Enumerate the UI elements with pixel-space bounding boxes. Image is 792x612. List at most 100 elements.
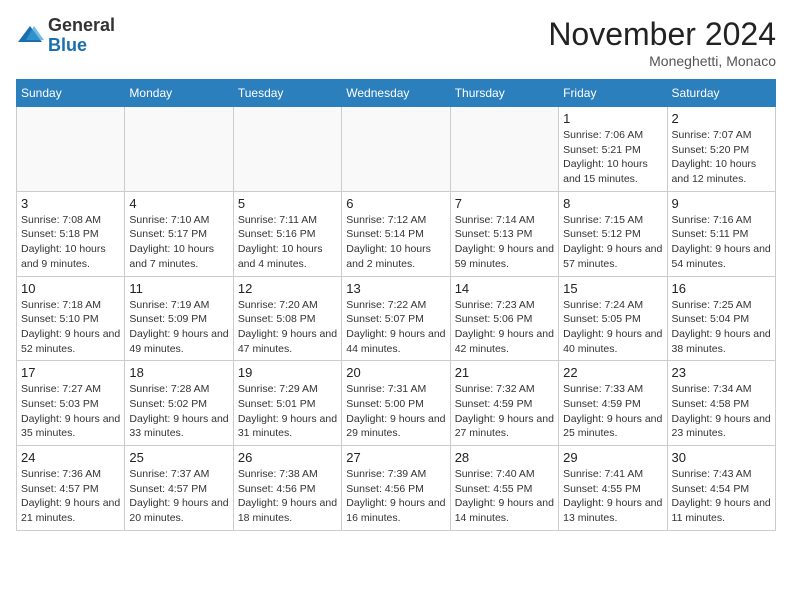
day-number: 15 (563, 281, 662, 296)
table-row: 15 Sunrise: 7:24 AM Sunset: 5:05 PM Dayli… (559, 276, 667, 361)
day-info: Sunrise: 7:07 AM Sunset: 5:20 PM Dayligh… (672, 128, 771, 187)
logo: General Blue (16, 16, 115, 56)
table-row: 18Sunrise: 7:28 AM Sunset: 5:02 PM Dayli… (125, 361, 233, 446)
day-number: 16 (672, 281, 771, 296)
day-info: Sunrise: 7:31 AM Sunset: 5:00 PM Dayligh… (346, 382, 445, 441)
day-number: 25 (129, 450, 228, 465)
table-row: 9Sunrise: 7:16 AM Sunset: 5:11 PM Daylig… (667, 191, 775, 276)
table-row: 26 Sunrise: 7:38 AM Sunset: 4:56 PM Dayli… (233, 446, 341, 531)
day-info: Sunrise: 7:14 AM Sunset: 5:13 PM Dayligh… (455, 213, 554, 272)
table-row: 19Sunrise: 7:29 AM Sunset: 5:01 PM Dayli… (233, 361, 341, 446)
table-row (450, 107, 558, 192)
title-block: November 2024 Moneghetti, Monaco (548, 16, 776, 69)
table-row: 3 Sunrise: 7:08 AM Sunset: 5:18 PM Daylig… (17, 191, 125, 276)
day-info: Sunrise: 7:19 AM Sunset: 5:09 PM Dayligh… (129, 298, 228, 357)
day-info: Sunrise: 7:38 AM Sunset: 4:56 PM Dayligh… (238, 467, 337, 526)
table-row: 30 Sunrise: 7:43 AM Sunset: 4:54 PM Dayli… (667, 446, 775, 531)
day-number: 27 (346, 450, 445, 465)
day-info: Sunrise: 7:43 AM Sunset: 4:54 PM Dayligh… (672, 467, 771, 526)
day-number: 30 (672, 450, 771, 465)
day-number: 22 (563, 365, 662, 380)
page-header: General Blue November 2024 Moneghetti, M… (16, 16, 776, 69)
day-info: Sunrise: 7:37 AM Sunset: 4:57 PM Dayligh… (129, 467, 228, 526)
calendar-week-row: 10 Sunrise: 7:18 AM Sunset: 5:10 PM Dayli… (17, 276, 776, 361)
table-row: 27Sunrise: 7:39 AM Sunset: 4:56 PM Dayli… (342, 446, 450, 531)
table-row: 10 Sunrise: 7:18 AM Sunset: 5:10 PM Dayli… (17, 276, 125, 361)
table-row: 14 Sunrise: 7:23 AM Sunset: 5:06 PM Dayli… (450, 276, 558, 361)
day-number: 8 (563, 196, 662, 211)
table-row: 2Sunrise: 7:07 AM Sunset: 5:20 PM Daylig… (667, 107, 775, 192)
table-row: 17 Sunrise: 7:27 AM Sunset: 5:03 PM Dayli… (17, 361, 125, 446)
header-friday: Friday (559, 80, 667, 107)
header-saturday: Saturday (667, 80, 775, 107)
day-info: Sunrise: 7:18 AM Sunset: 5:10 PM Dayligh… (21, 298, 120, 357)
day-number: 6 (346, 196, 445, 211)
day-number: 21 (455, 365, 554, 380)
day-number: 20 (346, 365, 445, 380)
day-info: Sunrise: 7:24 AM Sunset: 5:05 PM Dayligh… (563, 298, 662, 357)
location: Moneghetti, Monaco (548, 53, 776, 69)
table-row: 29 Sunrise: 7:41 AM Sunset: 4:55 PM Dayli… (559, 446, 667, 531)
table-row: 22 Sunrise: 7:33 AM Sunset: 4:59 PM Dayli… (559, 361, 667, 446)
days-header-row: Sunday Monday Tuesday Wednesday Thursday… (17, 80, 776, 107)
day-number: 7 (455, 196, 554, 211)
day-info: Sunrise: 7:10 AM Sunset: 5:17 PM Dayligh… (129, 213, 228, 272)
calendar-week-row: 17 Sunrise: 7:27 AM Sunset: 5:03 PM Dayli… (17, 361, 776, 446)
header-monday: Monday (125, 80, 233, 107)
table-row: 8 Sunrise: 7:15 AM Sunset: 5:12 PM Daylig… (559, 191, 667, 276)
day-number: 3 (21, 196, 120, 211)
day-number: 26 (238, 450, 337, 465)
header-tuesday: Tuesday (233, 80, 341, 107)
calendar-week-row: 3 Sunrise: 7:08 AM Sunset: 5:18 PM Daylig… (17, 191, 776, 276)
day-info: Sunrise: 7:34 AM Sunset: 4:58 PM Dayligh… (672, 382, 771, 441)
day-number: 14 (455, 281, 554, 296)
table-row: 12Sunrise: 7:20 AM Sunset: 5:08 PM Dayli… (233, 276, 341, 361)
table-row: 4 Sunrise: 7:10 AM Sunset: 5:17 PM Daylig… (125, 191, 233, 276)
table-row: 13Sunrise: 7:22 AM Sunset: 5:07 PM Dayli… (342, 276, 450, 361)
day-number: 10 (21, 281, 120, 296)
day-number: 5 (238, 196, 337, 211)
day-info: Sunrise: 7:41 AM Sunset: 4:55 PM Dayligh… (563, 467, 662, 526)
table-row: 28Sunrise: 7:40 AM Sunset: 4:55 PM Dayli… (450, 446, 558, 531)
day-number: 17 (21, 365, 120, 380)
logo-text: General Blue (48, 16, 115, 56)
day-number: 29 (563, 450, 662, 465)
day-info: Sunrise: 7:25 AM Sunset: 5:04 PM Dayligh… (672, 298, 771, 357)
table-row (125, 107, 233, 192)
day-number: 9 (672, 196, 771, 211)
table-row: 1Sunrise: 7:06 AM Sunset: 5:21 PM Daylig… (559, 107, 667, 192)
day-info: Sunrise: 7:28 AM Sunset: 5:02 PM Dayligh… (129, 382, 228, 441)
table-row: 6 Sunrise: 7:12 AM Sunset: 5:14 PM Daylig… (342, 191, 450, 276)
table-row: 25 Sunrise: 7:37 AM Sunset: 4:57 PM Dayli… (125, 446, 233, 531)
header-thursday: Thursday (450, 80, 558, 107)
table-row: 21Sunrise: 7:32 AM Sunset: 4:59 PM Dayli… (450, 361, 558, 446)
day-info: Sunrise: 7:08 AM Sunset: 5:18 PM Dayligh… (21, 213, 120, 272)
logo-icon (16, 22, 44, 50)
table-row: 7 Sunrise: 7:14 AM Sunset: 5:13 PM Daylig… (450, 191, 558, 276)
day-number: 13 (346, 281, 445, 296)
day-info: Sunrise: 7:11 AM Sunset: 5:16 PM Dayligh… (238, 213, 337, 272)
table-row (342, 107, 450, 192)
logo-general: General (48, 15, 115, 35)
table-row: 20 Sunrise: 7:31 AM Sunset: 5:00 PM Dayli… (342, 361, 450, 446)
header-wednesday: Wednesday (342, 80, 450, 107)
calendar-week-row: 24Sunrise: 7:36 AM Sunset: 4:57 PM Dayli… (17, 446, 776, 531)
day-number: 4 (129, 196, 228, 211)
logo-blue: Blue (48, 35, 87, 55)
day-number: 11 (129, 281, 228, 296)
day-number: 23 (672, 365, 771, 380)
day-info: Sunrise: 7:15 AM Sunset: 5:12 PM Dayligh… (563, 213, 662, 272)
day-number: 1 (563, 111, 662, 126)
day-info: Sunrise: 7:23 AM Sunset: 5:06 PM Dayligh… (455, 298, 554, 357)
table-row (17, 107, 125, 192)
day-info: Sunrise: 7:12 AM Sunset: 5:14 PM Dayligh… (346, 213, 445, 272)
table-row: 23 Sunrise: 7:34 AM Sunset: 4:58 PM Dayli… (667, 361, 775, 446)
day-info: Sunrise: 7:20 AM Sunset: 5:08 PM Dayligh… (238, 298, 337, 357)
table-row: 11 Sunrise: 7:19 AM Sunset: 5:09 PM Dayli… (125, 276, 233, 361)
table-row (233, 107, 341, 192)
day-info: Sunrise: 7:33 AM Sunset: 4:59 PM Dayligh… (563, 382, 662, 441)
day-info: Sunrise: 7:27 AM Sunset: 5:03 PM Dayligh… (21, 382, 120, 441)
day-number: 24 (21, 450, 120, 465)
day-number: 28 (455, 450, 554, 465)
table-row: 5 Sunrise: 7:11 AM Sunset: 5:16 PM Daylig… (233, 191, 341, 276)
